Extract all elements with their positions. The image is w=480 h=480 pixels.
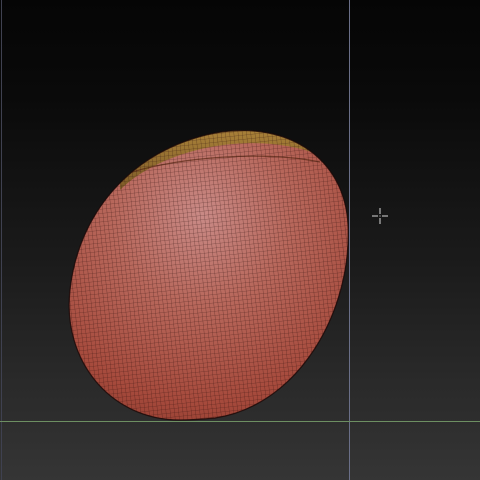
crosshair-cursor-icon — [372, 208, 388, 224]
sculpt-mesh[interactable] — [0, 0, 480, 480]
sculpt-viewport[interactable] — [0, 0, 480, 480]
